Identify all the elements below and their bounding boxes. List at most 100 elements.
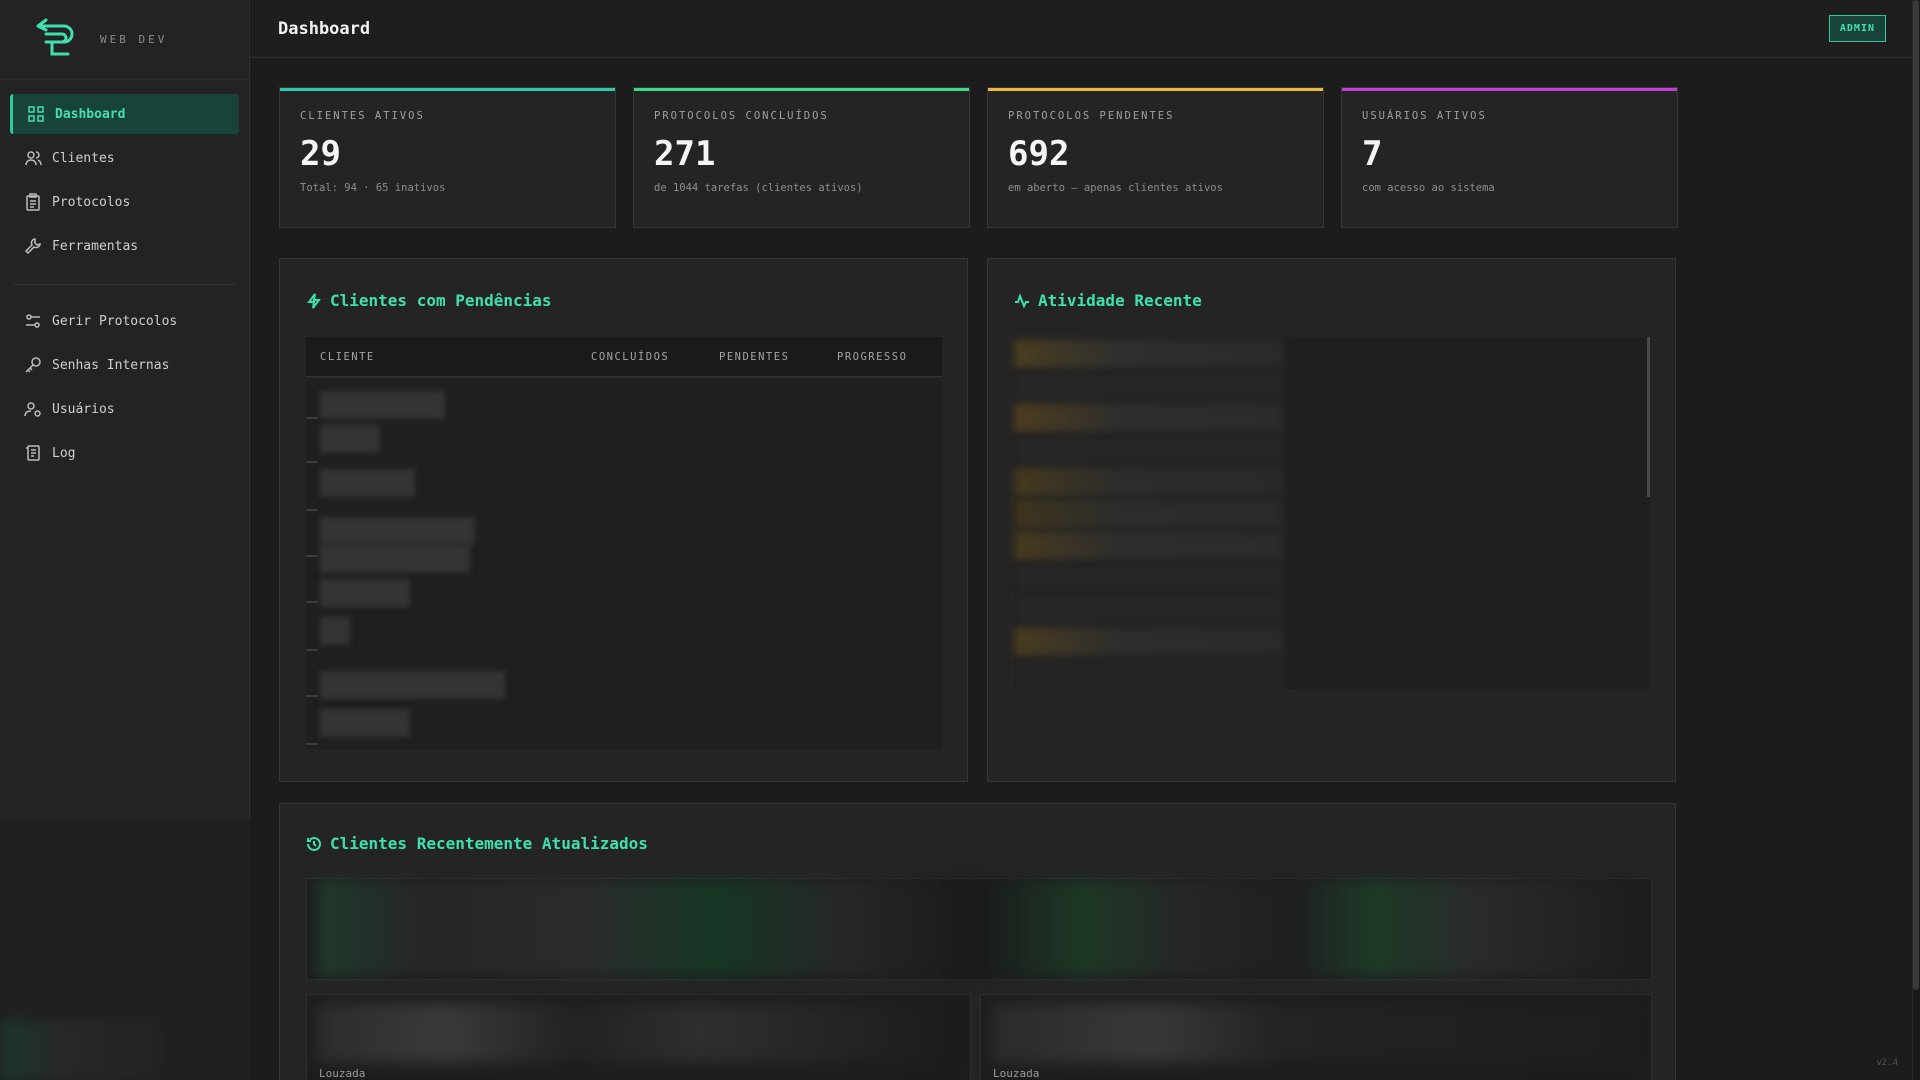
sidebar-item-gerir-protocolos[interactable]: Gerir Protocolos [10,301,239,341]
panel-title: Clientes Recentemente Atualizados [306,834,648,853]
activity-item [1014,499,1284,529]
panel-clientes-recentes: Clientes Recentemente Atualizados Louzad… [279,803,1676,1080]
client-card-blurred [317,1003,957,1063]
stat-label: USUÁRIOS ATIVOS [1362,110,1487,122]
activity-item [1014,467,1284,497]
activity-icon [1015,292,1029,308]
table-row[interactable] [320,579,410,607]
sidebar-item-dashboard[interactable]: Dashboard [10,94,239,134]
stat-subtext: Total: 94 · 65 inativos [300,182,446,194]
stat-value: 7 [1362,134,1383,174]
stat-subtext: de 1044 tarefas (clientes ativos) [654,182,863,194]
stat-label: CLIENTES ATIVOS [300,110,425,122]
activity-feed-blurred [1014,337,1650,689]
column-header-cliente[interactable]: CLIENTE [320,351,375,363]
client-card-name: Louzada [319,1067,366,1080]
stat-label: PROTOCOLOS PENDENTES [1008,110,1175,122]
sidebar-item-label: Clientes [52,150,115,166]
topbar: Dashboard ADMIN [250,0,1920,58]
sidebar-item-label: Senhas Internas [52,357,170,373]
wrench-icon [24,238,41,255]
stat-accent-bar [1342,88,1677,91]
sidebar-item-log[interactable]: Log [10,433,239,473]
sidebar-item-label: Log [52,445,76,461]
sidebar: WEB DEV Dashboard Clientes Protocolos Fe… [0,0,250,1080]
brand: WEB DEV [0,0,249,80]
stat-card-usuarios-ativos: USUÁRIOS ATIVOS 7 com acesso ao sistema [1341,87,1678,228]
table-row[interactable] [320,425,380,453]
scroll-icon [26,445,40,461]
history-icon [307,836,321,851]
table-row[interactable] [320,545,470,573]
sidebar-item-label: Dashboard [55,106,126,122]
sidebar-item-protocolos[interactable]: Protocolos [10,182,239,222]
column-header-concluidos[interactable]: CONCLUÍDOS [591,351,669,363]
stat-value: 29 [300,134,341,174]
stat-accent-bar [988,88,1323,91]
panel-title-text: Atividade Recente [1038,291,1202,310]
logo-icon [36,18,74,55]
stat-accent-bar [634,88,969,91]
table-body-blurred [306,379,942,749]
client-card-blurred [991,1003,1631,1063]
panel-clientes-pendencias: Clientes com Pendências CLIENTE CONCLUÍD… [279,258,968,782]
sidebar-nav: Dashboard Clientes Protocolos Ferramenta… [0,80,249,491]
user-gear-icon [24,402,41,417]
sidebar-item-label: Protocolos [52,194,131,210]
page-scrollbar-thumb[interactable] [1913,0,1919,990]
stat-value: 692 [1008,134,1070,174]
panel-title-text: Clientes Recentemente Atualizados [330,834,648,853]
table-row[interactable] [320,617,350,645]
table-row[interactable] [320,671,505,699]
panel-title-text: Clientes com Pendências [330,291,552,310]
client-card[interactable]: Louzada [980,994,1652,1080]
page-title: Dashboard [278,18,371,39]
client-card-row[interactable] [306,878,1652,980]
activity-item [1014,403,1284,433]
activity-item [1014,371,1284,401]
activity-scrollbar[interactable] [1647,337,1650,497]
sidebar-item-label: Gerir Protocolos [52,313,178,329]
row-divider [306,695,318,697]
sidebar-item-usuarios[interactable]: Usuários [10,389,239,429]
sidebar-item-clientes[interactable]: Clientes [10,138,239,178]
row-divider [306,601,318,603]
column-header-progresso[interactable]: PROGRESSO [837,351,907,363]
row-divider [306,461,318,463]
client-card[interactable]: Louzada [306,994,971,1080]
table-row[interactable] [320,709,410,737]
table-row[interactable] [320,517,475,545]
panel-title: Clientes com Pendências [306,291,552,310]
activity-item [1014,563,1284,593]
sidebar-footer [0,820,250,1080]
sidebar-item-senhas-internas[interactable]: Senhas Internas [10,345,239,385]
stat-subtext: em aberto — apenas clientes ativos [1008,182,1223,194]
grid-icon [28,106,44,122]
users-icon [25,151,42,166]
clipboard-icon [26,193,40,211]
table-row[interactable] [320,391,445,419]
client-card-name: Louzada [993,1067,1040,1080]
row-divider [306,743,318,745]
stat-accent-bar [280,88,615,91]
column-header-pendentes[interactable]: PENDENTES [719,351,789,363]
sidebar-item-label: Ferramentas [52,238,139,254]
stat-value: 271 [654,134,716,174]
brand-text: WEB DEV [100,33,168,46]
activity-item [1014,339,1284,369]
row-divider [306,417,318,419]
sidebar-divider [14,284,235,285]
role-badge: ADMIN [1828,15,1886,42]
stat-subtext: com acesso ao sistema [1362,182,1495,194]
activity-item [1014,659,1284,689]
lightning-icon [307,292,321,309]
activity-item [1014,595,1284,625]
activity-item [1014,627,1284,657]
panel-title: Atividade Recente [1014,291,1202,310]
client-card-blurred [317,879,1637,977]
table-row[interactable] [320,469,415,497]
user-profile-blurred [0,1020,160,1080]
sidebar-item-label: Usuários [52,401,115,417]
activity-item [1014,435,1284,465]
sidebar-item-ferramentas[interactable]: Ferramentas [10,226,239,266]
